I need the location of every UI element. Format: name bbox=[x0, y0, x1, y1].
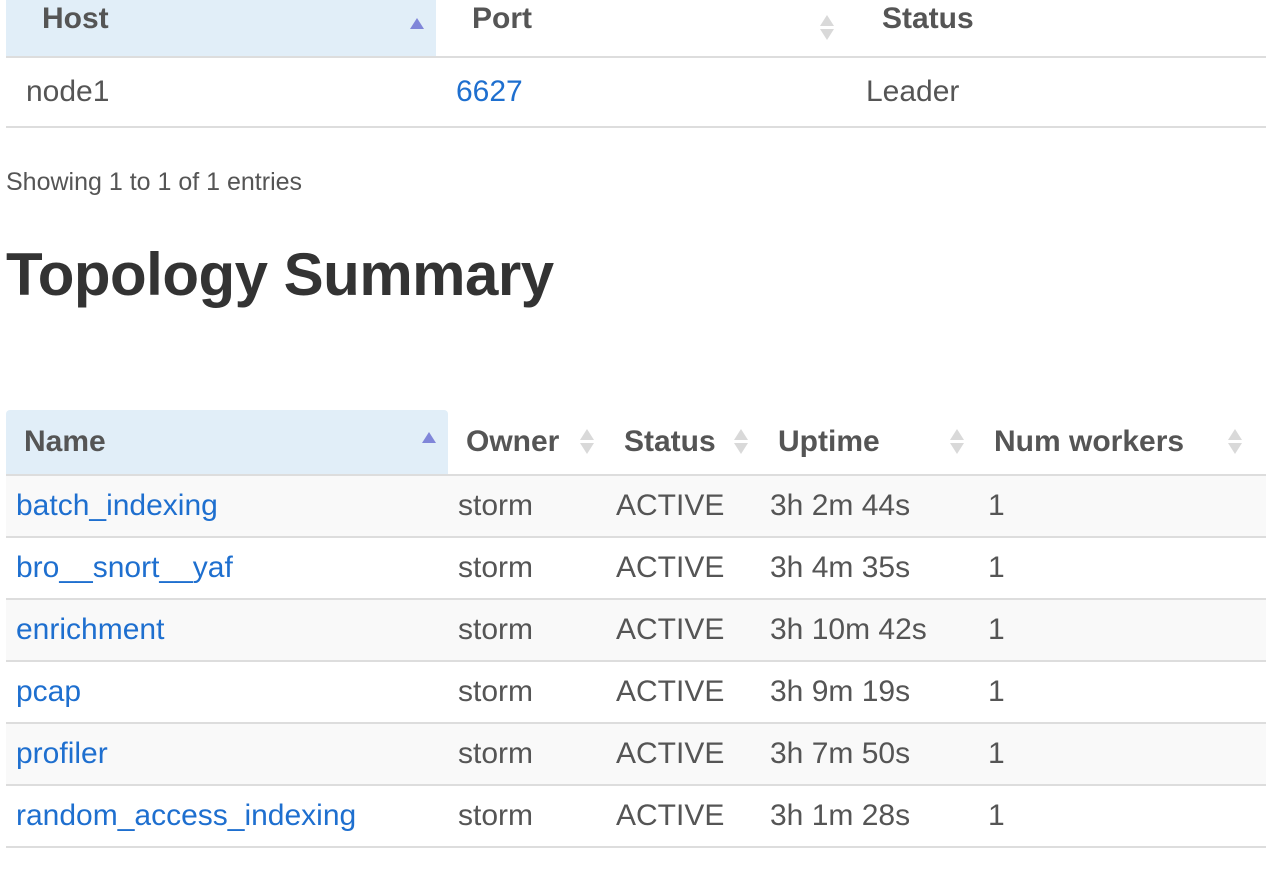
status-cell: ACTIVE bbox=[606, 661, 760, 724]
nimbus-summary-table: Host Port Status node1 6627 Leader bbox=[6, 0, 1266, 128]
topology-name-cell: profiler bbox=[6, 723, 448, 786]
uptime-cell: 3h 9m 19s bbox=[760, 661, 976, 724]
column-header-status[interactable]: Status bbox=[866, 0, 1266, 58]
column-header-owner[interactable]: Owner bbox=[448, 410, 606, 476]
sort-both-icon bbox=[950, 427, 964, 457]
column-header-port[interactable]: Port bbox=[436, 0, 866, 58]
table-row: pcap storm ACTIVE 3h 9m 19s 1 bbox=[6, 661, 1266, 724]
host-cell: node1 bbox=[6, 57, 436, 128]
num-workers-cell: 1 bbox=[976, 537, 1266, 600]
table-info-text: Showing 1 to 1 of 1 entries bbox=[6, 168, 303, 196]
table-row: random_access_indexing storm ACTIVE 3h 1… bbox=[6, 785, 1266, 848]
num-workers-cell: 1 bbox=[976, 661, 1266, 724]
topology-link[interactable]: pcap bbox=[16, 675, 81, 708]
status-cell: Leader bbox=[866, 57, 1266, 128]
column-header-label: Uptime bbox=[778, 425, 880, 458]
topology-name-cell: pcap bbox=[6, 661, 448, 724]
table-row: node1 6627 Leader bbox=[6, 57, 1266, 128]
column-header-label: Owner bbox=[466, 425, 560, 458]
table-row: batch_indexing storm ACTIVE 3h 2m 44s 1 bbox=[6, 475, 1266, 538]
uptime-cell: 3h 4m 35s bbox=[760, 537, 976, 600]
topology-link[interactable]: batch_indexing bbox=[16, 489, 218, 522]
sort-both-icon bbox=[580, 427, 594, 457]
uptime-cell: 3h 1m 28s bbox=[760, 785, 976, 848]
topology-link[interactable]: random_access_indexing bbox=[16, 799, 356, 832]
column-header-host[interactable]: Host bbox=[6, 0, 436, 58]
storm-ui-page: Host Port Status node1 6627 Leader Showi… bbox=[0, 0, 1266, 886]
topology-name-cell: batch_indexing bbox=[6, 475, 448, 538]
topology-name-cell: enrichment bbox=[6, 599, 448, 662]
topology-name-cell: bro__snort__yaf bbox=[6, 537, 448, 600]
num-workers-cell: 1 bbox=[976, 785, 1266, 848]
column-header-label: Host bbox=[42, 2, 109, 35]
uptime-cell: 3h 7m 50s bbox=[760, 723, 976, 786]
column-header-label: Name bbox=[24, 425, 106, 458]
table-row: profiler storm ACTIVE 3h 7m 50s 1 bbox=[6, 723, 1266, 786]
status-cell: ACTIVE bbox=[606, 475, 760, 538]
topology-table-body: batch_indexing storm ACTIVE 3h 2m 44s 1 … bbox=[6, 475, 1266, 848]
owner-cell: storm bbox=[448, 723, 606, 786]
table-row: bro__snort__yaf storm ACTIVE 3h 4m 35s 1 bbox=[6, 537, 1266, 600]
table-header-row: Host Port Status bbox=[6, 0, 1266, 58]
uptime-cell: 3h 10m 42s bbox=[760, 599, 976, 662]
num-workers-cell: 1 bbox=[976, 475, 1266, 538]
port-cell: 6627 bbox=[436, 57, 866, 128]
owner-cell: storm bbox=[448, 599, 606, 662]
section-heading-topology-summary: Topology Summary bbox=[6, 241, 554, 308]
column-header-status[interactable]: Status bbox=[606, 410, 760, 476]
sort-both-icon bbox=[734, 427, 748, 457]
column-header-label: Status bbox=[882, 2, 974, 35]
topology-name-cell: random_access_indexing bbox=[6, 785, 448, 848]
topology-link[interactable]: enrichment bbox=[16, 613, 164, 646]
sort-both-icon bbox=[820, 13, 834, 43]
num-workers-cell: 1 bbox=[976, 599, 1266, 662]
port-link[interactable]: 6627 bbox=[456, 75, 523, 108]
column-header-name[interactable]: Name bbox=[6, 410, 448, 476]
status-cell: ACTIVE bbox=[606, 537, 760, 600]
sort-ascending-icon bbox=[410, 13, 424, 43]
owner-cell: storm bbox=[448, 537, 606, 600]
topology-link[interactable]: profiler bbox=[16, 737, 108, 770]
column-header-label: Num workers bbox=[994, 425, 1185, 458]
column-header-label: Status bbox=[624, 425, 716, 458]
num-workers-cell: 1 bbox=[976, 723, 1266, 786]
status-cell: ACTIVE bbox=[606, 599, 760, 662]
table-row: enrichment storm ACTIVE 3h 10m 42s 1 bbox=[6, 599, 1266, 662]
table-header-row: Name Owner Status Uptime Num workers bbox=[6, 410, 1266, 476]
owner-cell: storm bbox=[448, 785, 606, 848]
uptime-cell: 3h 2m 44s bbox=[760, 475, 976, 538]
status-cell: ACTIVE bbox=[606, 785, 760, 848]
column-header-num-workers[interactable]: Num workers bbox=[976, 410, 1266, 476]
topology-link[interactable]: bro__snort__yaf bbox=[16, 551, 233, 584]
owner-cell: storm bbox=[448, 661, 606, 724]
sort-both-icon bbox=[1228, 427, 1242, 457]
sort-ascending-icon bbox=[422, 427, 436, 457]
status-cell: ACTIVE bbox=[606, 723, 760, 786]
topology-summary-table: Name Owner Status Uptime Num workers bat… bbox=[6, 410, 1266, 848]
column-header-uptime[interactable]: Uptime bbox=[760, 410, 976, 476]
owner-cell: storm bbox=[448, 475, 606, 538]
column-header-label: Port bbox=[472, 2, 532, 35]
